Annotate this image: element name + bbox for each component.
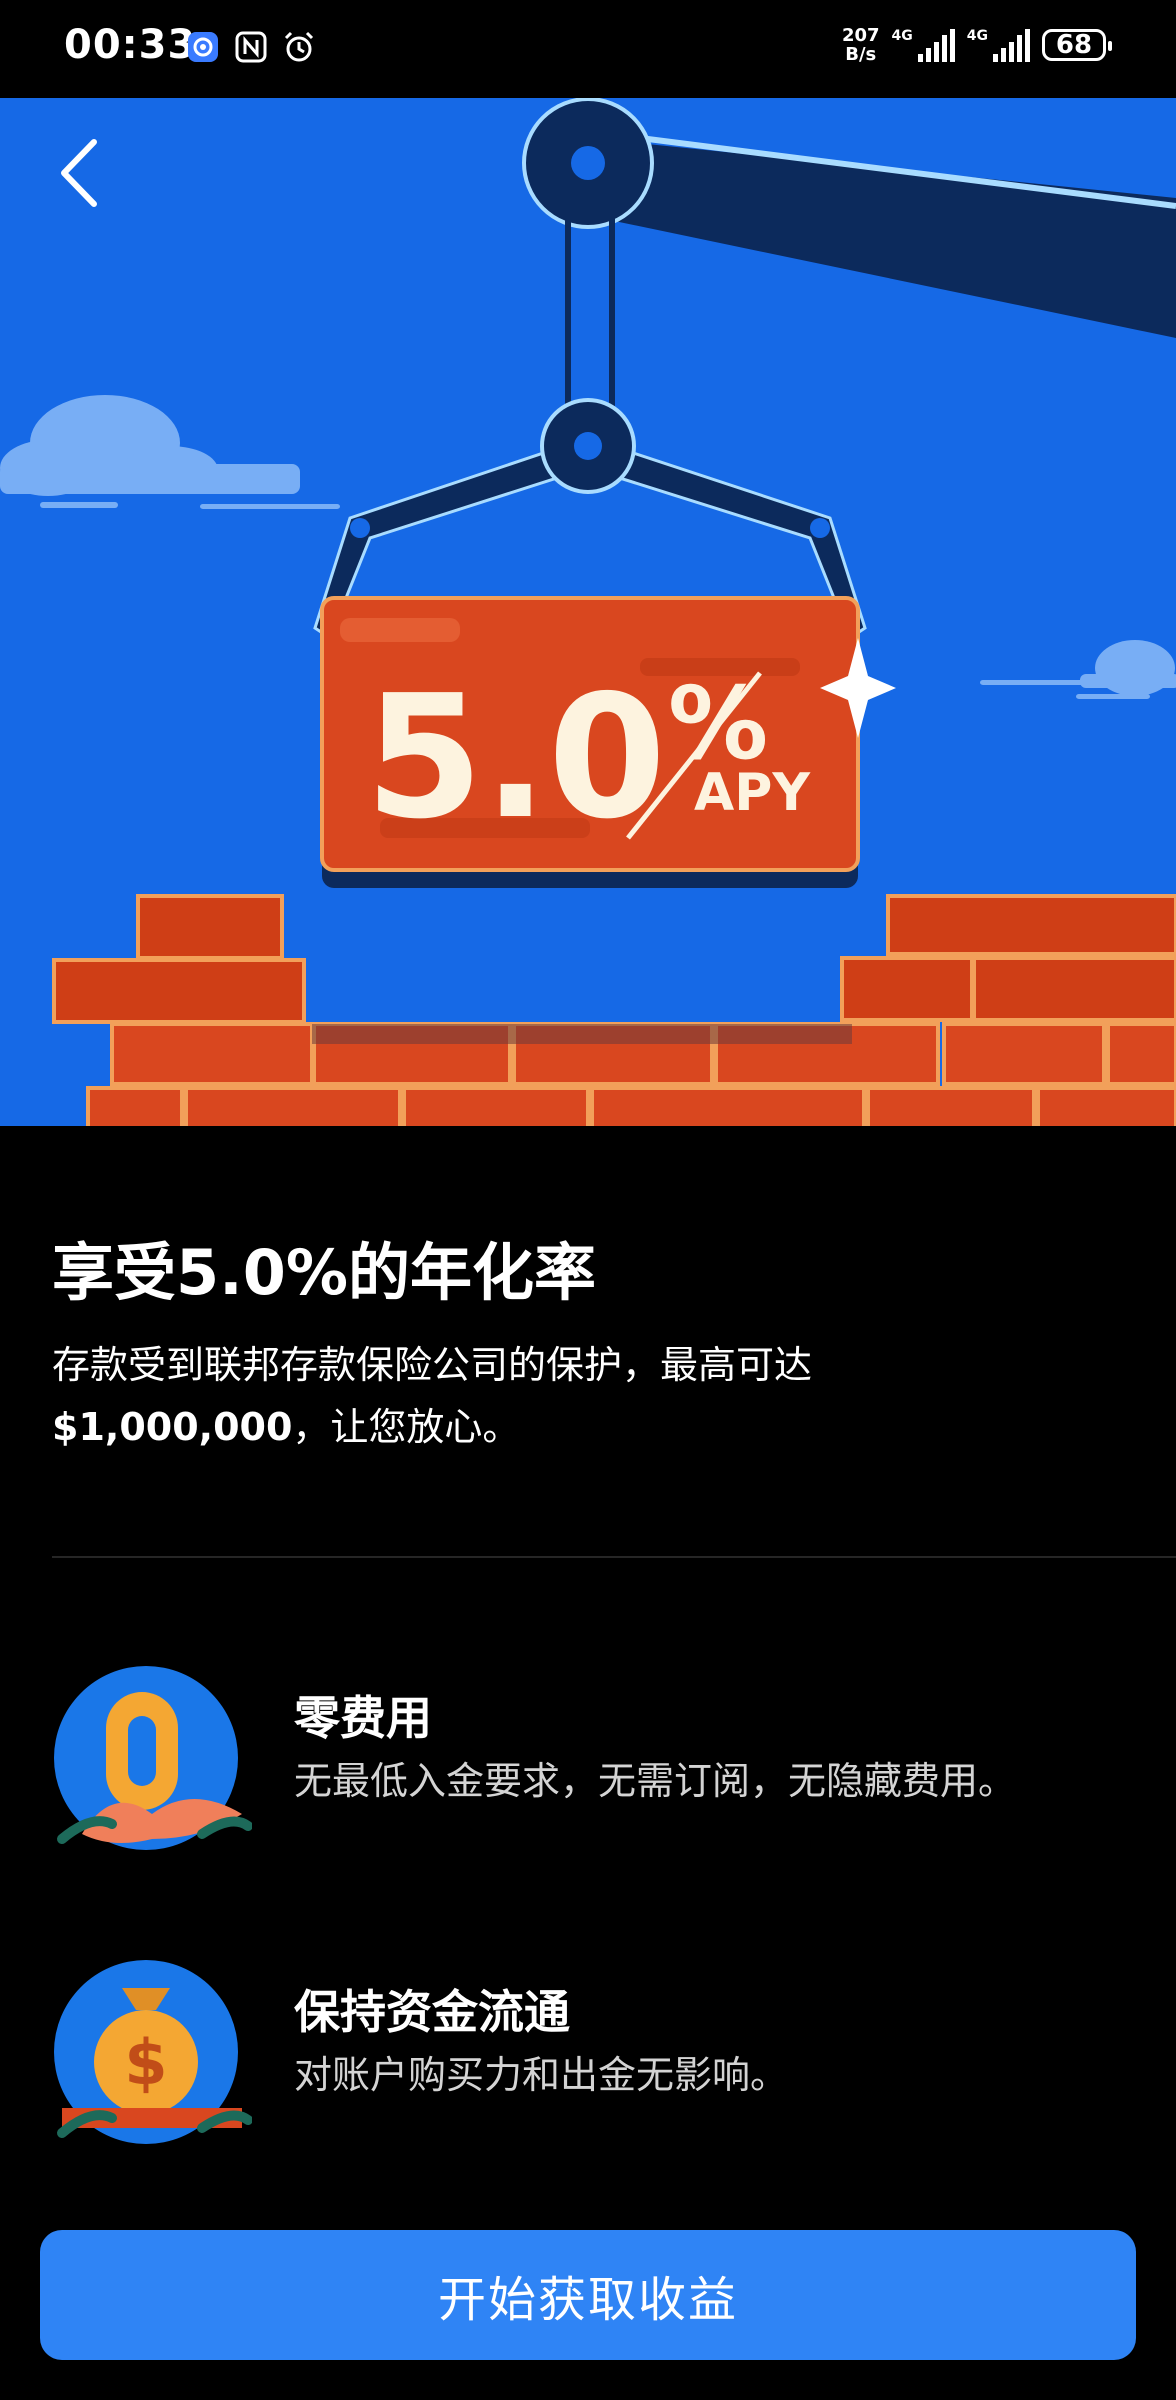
hero-illustration: 5.0 % APY (0, 98, 1176, 1126)
cloud-icon (0, 395, 300, 496)
feature-keep-liquidity: $ 保持资金流通 对账户购买力和出金无影响。 (52, 1958, 1152, 2148)
crane-sign-illustration: 5.0 % APY (0, 98, 1176, 1126)
money-bag-icon: $ (54, 1960, 252, 2144)
headline-suffix: 的年化率 (347, 1236, 596, 1309)
headline-prefix: 享受 (52, 1236, 177, 1309)
page-title: 享受5.0%的年化率 (52, 1222, 596, 1312)
status-right: 207 B/s 4G 4G 68 (842, 26, 1112, 64)
earn-apy-page: 00:33 207 B/s 4G 4G 68 5.0 % APY 享受5.0%的… (0, 0, 1176, 2400)
status-bar: 00:33 207 B/s 4G 4G 68 (0, 0, 1176, 98)
chevron-left-icon (61, 139, 97, 207)
cloud-icon-right (980, 640, 1176, 699)
battery-icon: 68 (1042, 29, 1112, 61)
feature-title: 保持资金流通 (294, 1985, 570, 2039)
signal-icon-2: 4G (967, 28, 1030, 62)
feature-zero-fees: 零费用 无最低入金要求，无需订阅，无隐藏费用。 (52, 1664, 1152, 1854)
alarm-icon (284, 31, 314, 62)
status-time: 00:33 (64, 22, 197, 68)
signal-icon: 4G (892, 28, 955, 62)
headline-rate: 5.0% (176, 1236, 348, 1309)
start-earning-button[interactable]: 开始获取收益 (40, 2230, 1136, 2360)
divider (52, 1556, 1176, 1558)
feature-title: 零费用 (294, 1691, 432, 1745)
feature-description: 无最低入金要求，无需订阅，无隐藏费用。 (294, 1759, 1017, 1803)
signal-label-2: 4G (966, 28, 988, 44)
network-speed-unit: B/s (845, 44, 877, 65)
back-button[interactable] (44, 128, 112, 218)
brick-wall (52, 894, 1176, 1126)
apy-label-text: APY (694, 763, 811, 823)
subtitle-tail: ，让您放心。 (292, 1405, 521, 1449)
network-speed: 207 B/s (842, 26, 880, 64)
insured-amount: $1,000,000 (52, 1405, 293, 1449)
status-icons-left (186, 30, 316, 64)
signal-label-1: 4G (891, 28, 913, 44)
apy-rate-text: 5.0 (365, 659, 666, 857)
zero-coin-icon (54, 1666, 252, 1850)
feature-description: 对账户购买力和出金无影响。 (294, 2053, 789, 2097)
svg-text:$: $ (124, 2026, 167, 2099)
nfc-icon (235, 31, 267, 63)
page-subtitle: 存款受到联邦存款保险公司的保护，最高可达 $1,000,000，让您放心。 (52, 1334, 1132, 1458)
subtitle-text: 存款受到联邦存款保险公司的保护，最高可达 (52, 1343, 813, 1387)
app-notification-icon (188, 32, 218, 62)
network-speed-value: 207 (841, 25, 880, 46)
